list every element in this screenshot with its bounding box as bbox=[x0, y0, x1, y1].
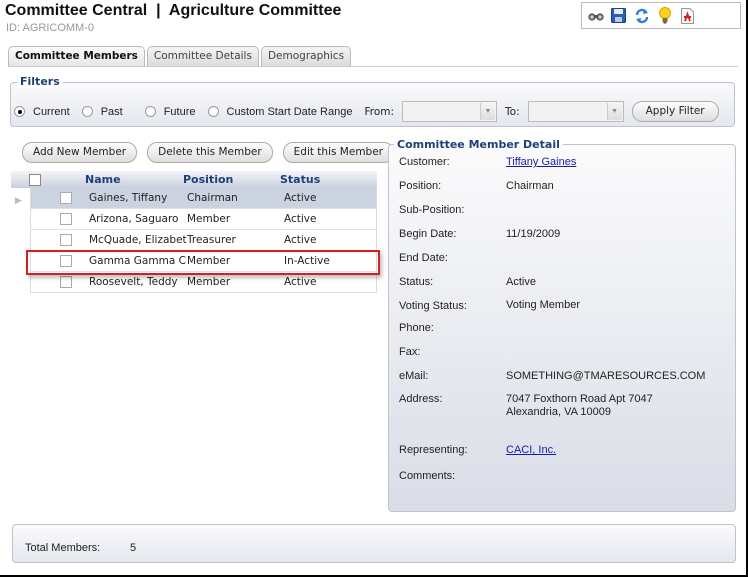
grid-header: Name Position Status bbox=[11, 171, 377, 188]
row-checkbox[interactable] bbox=[60, 192, 72, 204]
position-label: Position: bbox=[399, 180, 442, 192]
apply-filter-button[interactable]: Apply Filter bbox=[631, 101, 719, 122]
total-members-label: Total Members: bbox=[25, 542, 101, 554]
row-checkbox[interactable] bbox=[60, 213, 72, 225]
filters-row: Current Past Future Custom Start Date Ra… bbox=[14, 101, 719, 122]
radio-past-label: Past bbox=[100, 105, 123, 118]
voting-status-label: Voting Status: bbox=[399, 300, 467, 312]
subposition-label: Sub-Position: bbox=[399, 204, 465, 216]
summary-footer: Total Members: 5 bbox=[12, 524, 736, 563]
column-name[interactable]: Name bbox=[85, 173, 183, 186]
row-position: Chairman bbox=[187, 192, 238, 204]
representing-link[interactable]: CACI, Inc. bbox=[506, 444, 556, 456]
tab-committee-details[interactable]: Committee Details bbox=[146, 46, 259, 66]
chevron-down-icon[interactable]: ▼ bbox=[606, 103, 622, 120]
customer-label: Customer: bbox=[399, 156, 450, 168]
page-title: Committee Central | Agriculture Committe… bbox=[5, 2, 342, 19]
toolbar bbox=[581, 2, 741, 29]
table-row[interactable]: Arizona, Saguaro Member Active bbox=[30, 209, 377, 230]
to-label: To: bbox=[505, 105, 520, 118]
select-all-cell bbox=[11, 173, 41, 186]
current-row-pointer-icon: ▶ bbox=[15, 195, 22, 205]
select-all-checkbox[interactable] bbox=[29, 173, 41, 186]
radio-custom-range[interactable] bbox=[207, 106, 219, 117]
to-date-select[interactable]: ▼ bbox=[527, 101, 624, 122]
row-checkbox[interactable] bbox=[60, 255, 72, 267]
customer-link[interactable]: Tiffany Gaines bbox=[506, 156, 576, 168]
position-value: Chairman bbox=[506, 180, 554, 192]
row-status: Active bbox=[284, 213, 317, 225]
row-name: McQuade, Elizabet bbox=[89, 234, 187, 246]
representing-label: Representing: bbox=[399, 444, 468, 456]
table-row[interactable]: McQuade, Elizabet Treasurer Active bbox=[30, 230, 377, 251]
chevron-down-icon[interactable]: ▼ bbox=[480, 103, 496, 120]
table-row[interactable]: Gamma Gamma C Member In-Active bbox=[30, 251, 377, 272]
radio-current-label: Current bbox=[33, 105, 70, 118]
edit-member-button[interactable]: Edit this Member bbox=[282, 142, 394, 163]
tab-bar: Committee Members Committee Details Demo… bbox=[8, 46, 352, 66]
tab-committee-members[interactable]: Committee Members bbox=[8, 46, 145, 66]
radio-custom-range-label: Custom Start Date Range bbox=[226, 105, 353, 118]
committee-id: ID: AGRICOMM-0 bbox=[6, 22, 95, 34]
column-position[interactable]: Position bbox=[183, 173, 280, 186]
row-checkbox[interactable] bbox=[60, 234, 72, 246]
phone-label: Phone: bbox=[399, 322, 434, 334]
lightbulb-icon[interactable] bbox=[656, 7, 673, 24]
row-status: Active bbox=[284, 276, 317, 288]
save-icon[interactable] bbox=[610, 7, 627, 24]
begin-date-value: 11/19/2009 bbox=[506, 228, 561, 240]
row-position: Member bbox=[187, 276, 231, 288]
radio-past[interactable] bbox=[81, 106, 93, 117]
address-line1: 7047 Foxthorn Road Apt 7047 bbox=[506, 393, 653, 405]
radio-future-label: Future bbox=[163, 105, 196, 118]
detail-legend: Committee Member Detail bbox=[394, 138, 563, 151]
status-value: Active bbox=[506, 276, 536, 288]
row-position: Treasurer bbox=[187, 234, 236, 246]
filters-legend: Filters bbox=[17, 75, 63, 88]
address-line2: Alexandria, VA 10009 bbox=[506, 406, 611, 418]
row-position: Member bbox=[187, 255, 231, 267]
binoculars-icon[interactable] bbox=[587, 7, 604, 24]
row-name: Gamma Gamma C bbox=[89, 255, 186, 267]
tab-divider bbox=[8, 66, 738, 67]
begin-date-label: Begin Date: bbox=[399, 228, 457, 240]
row-name: Arizona, Saguaro bbox=[89, 213, 179, 225]
total-members-value: 5 bbox=[130, 542, 137, 554]
member-detail-panel: Committee Member Detail Customer: Tiffan… bbox=[388, 138, 736, 512]
row-checkbox[interactable] bbox=[60, 276, 72, 288]
members-grid: Name Position Status ▶ Gaines, Tiffany C… bbox=[11, 171, 377, 293]
fax-label: Fax: bbox=[399, 346, 421, 358]
email-label: eMail: bbox=[399, 370, 429, 382]
add-member-button[interactable]: Add New Member bbox=[22, 142, 138, 163]
delete-member-button[interactable]: Delete this Member bbox=[147, 142, 273, 163]
radio-future[interactable] bbox=[144, 106, 156, 117]
table-row[interactable]: Roosevelt, Teddy Member Active bbox=[30, 272, 377, 293]
column-status[interactable]: Status bbox=[280, 173, 370, 186]
tab-demographics[interactable]: Demographics bbox=[260, 46, 352, 66]
from-date-select[interactable]: ▼ bbox=[402, 101, 498, 122]
row-status: Active bbox=[284, 192, 317, 204]
member-actions: Add New Member Delete this Member Edit t… bbox=[22, 142, 394, 163]
filters-panel: Filters Current Past Future Custom Start… bbox=[10, 75, 735, 127]
row-position: Member bbox=[187, 213, 231, 225]
status-label: Status: bbox=[399, 276, 434, 288]
table-row[interactable]: Gaines, Tiffany Chairman Active bbox=[30, 188, 377, 209]
row-name: Gaines, Tiffany bbox=[89, 192, 168, 204]
row-status: Active bbox=[284, 234, 317, 246]
from-label: From: bbox=[364, 105, 395, 118]
refresh-icon[interactable] bbox=[633, 7, 650, 24]
report-icon[interactable] bbox=[679, 7, 696, 24]
row-status: In-Active bbox=[284, 255, 330, 267]
row-name: Roosevelt, Teddy bbox=[89, 276, 178, 288]
email-value: SOMETHING@TMARESOURCES.COM bbox=[506, 370, 706, 382]
address-label: Address: bbox=[399, 393, 443, 405]
voting-status-value: Voting Member bbox=[506, 299, 580, 311]
comments-label: Comments: bbox=[399, 470, 456, 482]
radio-current[interactable] bbox=[14, 106, 25, 117]
end-date-label: End Date: bbox=[399, 252, 448, 264]
